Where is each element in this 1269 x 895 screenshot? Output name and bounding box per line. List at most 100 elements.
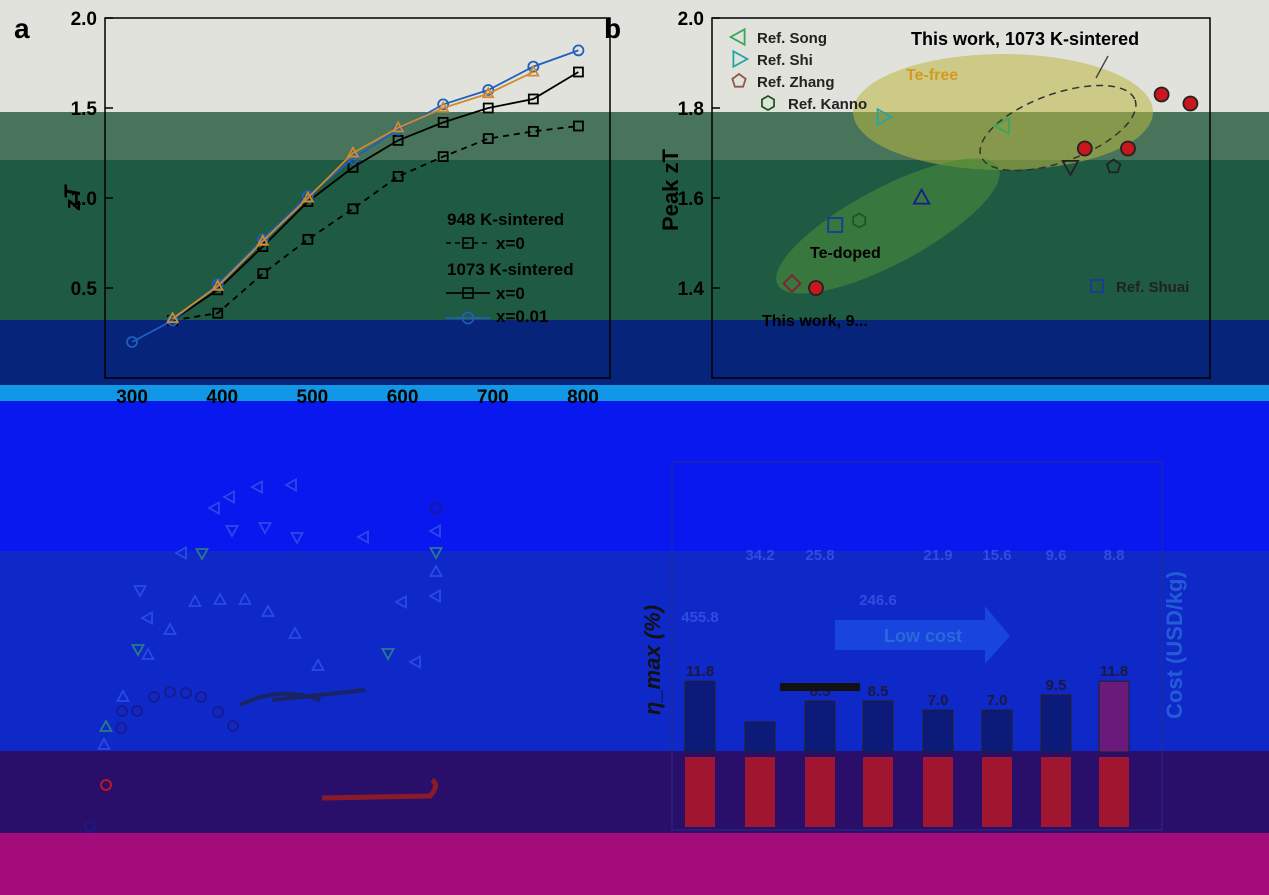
a-y-tick-label: 0.5	[71, 279, 98, 300]
d-material-bar	[685, 757, 715, 827]
d-efficiency-bar	[684, 680, 716, 753]
c-data-point	[100, 779, 112, 791]
c-data-point	[195, 691, 207, 703]
panel-b-y-ticks: 1.41.61.82.0	[678, 9, 720, 300]
panel-c-arrow-lower	[321, 777, 438, 801]
d-material-bar	[863, 757, 893, 827]
a-x-tick-label: 600	[387, 387, 419, 408]
c-data-point	[430, 502, 442, 514]
panel-a-legend: 948 K-sintered x=0 1073 K-sintered x=0 x…	[446, 210, 574, 326]
b-data-point	[1153, 86, 1170, 103]
d-material-bar	[1041, 757, 1071, 827]
b-legend-label: Ref. Zhang	[757, 74, 835, 91]
d-material-bar	[1099, 757, 1129, 827]
c-data-point	[237, 592, 253, 605]
c-data-point	[257, 522, 273, 535]
panel-c-arrow-upper	[239, 688, 366, 707]
d-cost-label: 34.2	[745, 547, 774, 564]
b-y-tick-label: 1.4	[678, 279, 705, 300]
c-data-point	[164, 686, 176, 698]
c-data-point	[98, 719, 114, 732]
d-material-bar	[923, 757, 953, 827]
c-data-point	[207, 500, 220, 516]
c-data-point	[260, 604, 276, 617]
figure-canvas: 0.51.01.52.0 300 400 500 600 700 800 a zT 948…	[14, 9, 1211, 833]
annotation-this-work: This work, 1073 K-sintered	[911, 29, 1139, 49]
c-data-point	[115, 689, 131, 702]
a-y-tick-label: 2.0	[71, 9, 97, 30]
legend-948-x0: x=0	[496, 234, 525, 253]
panel-d-fragment: 455.8 34.2 25.8 246.6 21.9 15.6 9.6 8.8 11.8 8.5…	[640, 461, 1187, 831]
a-data-point	[573, 66, 584, 78]
a-y-tick-label: 1.5	[71, 99, 98, 120]
b-y-tick-label: 1.8	[678, 99, 704, 120]
c-data-point	[428, 547, 444, 560]
b-legend-label: Ref. Shi	[757, 52, 813, 69]
panel-d-cost-labels: 455.8 34.2 25.8 246.6 21.9 15.6 9.6 8.8	[681, 547, 1124, 626]
panel-b-y-axis-label: Peak zT	[658, 148, 683, 230]
a-data-point	[572, 44, 585, 57]
panel-b: 1.41.61.82.0 b Peak zT This work, 1073 K…	[604, 9, 1211, 379]
c-data-point	[284, 477, 297, 493]
a-x-tick-label: 800	[567, 387, 599, 408]
panel-b-legend-top: Ref. Song Ref. Shi Ref. Zhang Ref. Kanno	[728, 27, 867, 113]
d-cost-label: 455.8	[681, 609, 719, 626]
c-data-point	[115, 722, 127, 734]
c-data-point	[131, 705, 143, 717]
d-efficiency-bar	[862, 700, 894, 753]
annotation-this-work-948: This work, 9...	[762, 313, 868, 330]
d-cost-label: 21.9	[923, 547, 952, 564]
d-cost-label: 15.6	[982, 547, 1011, 564]
a-data-point	[573, 120, 584, 132]
d-efficiency-bar	[804, 700, 836, 753]
c-data-point	[222, 489, 235, 505]
b-legend-marker	[1090, 279, 1104, 293]
a-x-tick-label: 500	[297, 387, 329, 408]
d-efficiency-bar	[744, 721, 776, 753]
c-data-point	[140, 610, 153, 626]
d-efficiency-label: 11.8	[1100, 663, 1128, 680]
b-legend-marker	[761, 94, 775, 112]
d-efficiency-label: 7.0	[928, 692, 949, 709]
c-data-point	[356, 529, 369, 545]
panel-a-y-ticks: 0.51.01.52.0	[71, 9, 113, 300]
panel-c-fragment	[84, 477, 444, 833]
c-data-point	[394, 594, 407, 610]
legend-x001-label: x=0.01	[496, 307, 548, 326]
c-data-point	[194, 548, 210, 561]
panel-d-y-axis-label: η_max (%)	[640, 605, 665, 715]
b-legend-marker	[732, 49, 750, 69]
te-free-region	[853, 54, 1153, 170]
panel-c-markers	[84, 477, 444, 833]
c-data-point	[227, 720, 239, 732]
a-data-point	[482, 133, 494, 145]
d-cost-label: 246.6	[859, 592, 897, 609]
d-efficiency-label: 8.5	[868, 683, 889, 700]
b-legend-marker	[728, 27, 746, 47]
d-cost-label: 8.8	[1104, 547, 1125, 564]
d-material-bar	[745, 757, 775, 827]
c-data-point	[187, 594, 203, 607]
b-data-point	[808, 280, 824, 296]
c-data-point	[84, 821, 96, 833]
d-efficiency-label: 9.5	[1046, 677, 1067, 694]
c-data-point	[287, 626, 303, 639]
c-data-point	[408, 654, 421, 670]
legend-1073-x0: x=0	[496, 284, 525, 303]
d-cost-label: 9.6	[1046, 547, 1067, 564]
c-data-point	[289, 532, 305, 545]
c-data-point	[96, 737, 112, 750]
c-data-point	[428, 564, 444, 577]
c-data-point	[310, 658, 326, 671]
d-efficiency-bar	[1040, 694, 1072, 753]
panel-a: 0.51.01.52.0 300 400 500 600 700 800 a zT 948…	[14, 9, 611, 408]
d-material-bar	[805, 757, 835, 827]
c-data-point	[224, 525, 240, 538]
c-data-point	[428, 523, 441, 539]
d-efficiency-label: 7.0	[987, 692, 1008, 709]
b-data-point	[1182, 95, 1199, 112]
c-data-point	[130, 644, 146, 657]
panel-b-letter: b	[604, 13, 621, 44]
c-data-point	[428, 588, 441, 604]
d-efficiency-label: 11.8	[686, 663, 714, 680]
